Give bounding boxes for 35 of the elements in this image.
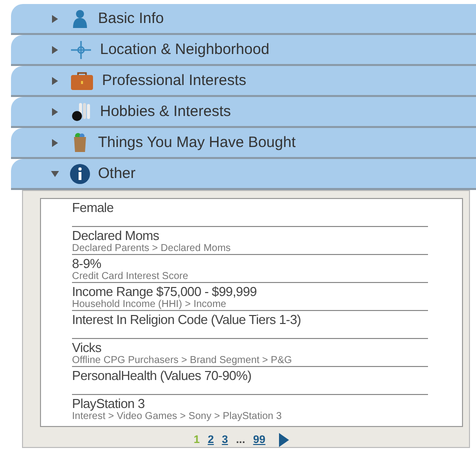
section-title: Hobbies & Interests [100, 103, 231, 120]
attribute-value: PlayStation 3 [72, 396, 146, 411]
compass-icon [70, 40, 92, 60]
page-link[interactable]: 3 [222, 434, 228, 446]
section-title: Other [98, 165, 136, 182]
attribute-path: Declared Parents > Declared Moms [72, 243, 232, 254]
page-link[interactable]: 2 [208, 434, 214, 446]
person-icon [70, 8, 90, 28]
attribute-value: Vicks [72, 340, 102, 355]
attribute-value: 8-9% [72, 256, 102, 271]
section-header[interactable]: Hobbies & Interests [11, 97, 476, 128]
section-header[interactable]: Location & Neighborhood [11, 35, 476, 66]
section-title: Basic Info [98, 10, 164, 27]
section-header[interactable]: Things You May Have Bought [11, 128, 476, 159]
info-icon [70, 164, 90, 184]
page-ellipsis: ... [236, 434, 246, 446]
attribute-path: Offline CPG Purchasers > Brand Segment > P&G [72, 355, 293, 366]
briefcase-icon [70, 70, 94, 90]
attribute-path: Household Income (HHI) > Income [72, 299, 228, 310]
attribute-value: PersonalHealth (Values 70-90%) [72, 368, 252, 383]
next-page-icon[interactable] [279, 433, 290, 447]
section-title: Things You May Have Bought [98, 134, 296, 151]
attribute-value: Declared Moms [72, 228, 160, 243]
section-title: Professional Interests [102, 72, 246, 89]
section-header[interactable]: Other [11, 159, 476, 190]
page-link[interactable]: 99 [253, 434, 266, 446]
attribute-path: Interest > Video Games > Sony > PlayStation 3 [72, 411, 283, 422]
attribute-path: Credit Card Interest Score [72, 271, 190, 282]
bowling-icon [70, 102, 92, 122]
section-header[interactable]: Professional Interests [11, 66, 476, 97]
attribute-value: Female [72, 200, 115, 215]
section-header[interactable]: Basic Info [11, 4, 476, 35]
attribute-value: Income Range $75,000 - $99,999 [72, 284, 258, 299]
attribute-value: Interest In Religion Code (Value Tiers 1-3) [72, 312, 302, 327]
section-title: Location & Neighborhood [100, 41, 270, 58]
